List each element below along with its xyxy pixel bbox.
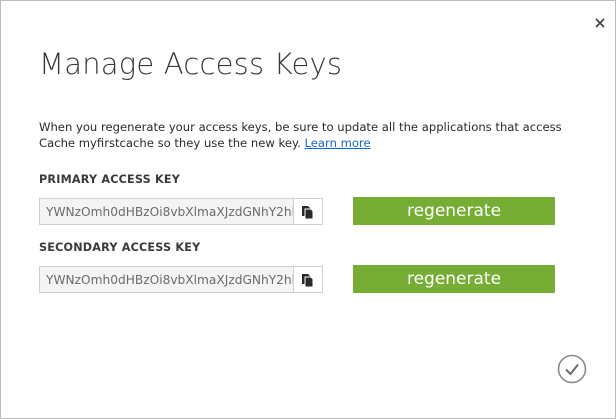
secondary-copy-button[interactable] bbox=[293, 267, 322, 292]
close-button[interactable] bbox=[593, 15, 607, 29]
description: When you regenerate your access keys, be… bbox=[39, 119, 579, 151]
learn-more-link[interactable]: Learn more bbox=[305, 136, 371, 150]
secondary-key-input[interactable] bbox=[40, 267, 294, 292]
secondary-regenerate-button[interactable]: regenerate bbox=[353, 265, 555, 293]
primary-key-input[interactable] bbox=[40, 199, 294, 224]
secondary-key-field bbox=[39, 266, 323, 293]
primary-key-label: PRIMARY ACCESS KEY bbox=[39, 173, 181, 186]
primary-regenerate-button[interactable]: regenerate bbox=[353, 197, 555, 225]
copy-icon bbox=[302, 273, 314, 287]
dialog-title: Manage Access Keys bbox=[39, 47, 343, 81]
close-icon bbox=[595, 18, 605, 28]
confirm-button[interactable] bbox=[557, 354, 587, 384]
secondary-key-label: SECONDARY ACCESS KEY bbox=[39, 241, 201, 254]
checkmark-circle-icon bbox=[557, 354, 587, 384]
primary-key-field bbox=[39, 198, 323, 225]
description-text: When you regenerate your access keys, be… bbox=[39, 120, 562, 150]
manage-access-keys-dialog: Manage Access Keys When you regenerate y… bbox=[0, 0, 616, 419]
copy-icon bbox=[302, 205, 314, 219]
primary-copy-button[interactable] bbox=[293, 199, 322, 224]
